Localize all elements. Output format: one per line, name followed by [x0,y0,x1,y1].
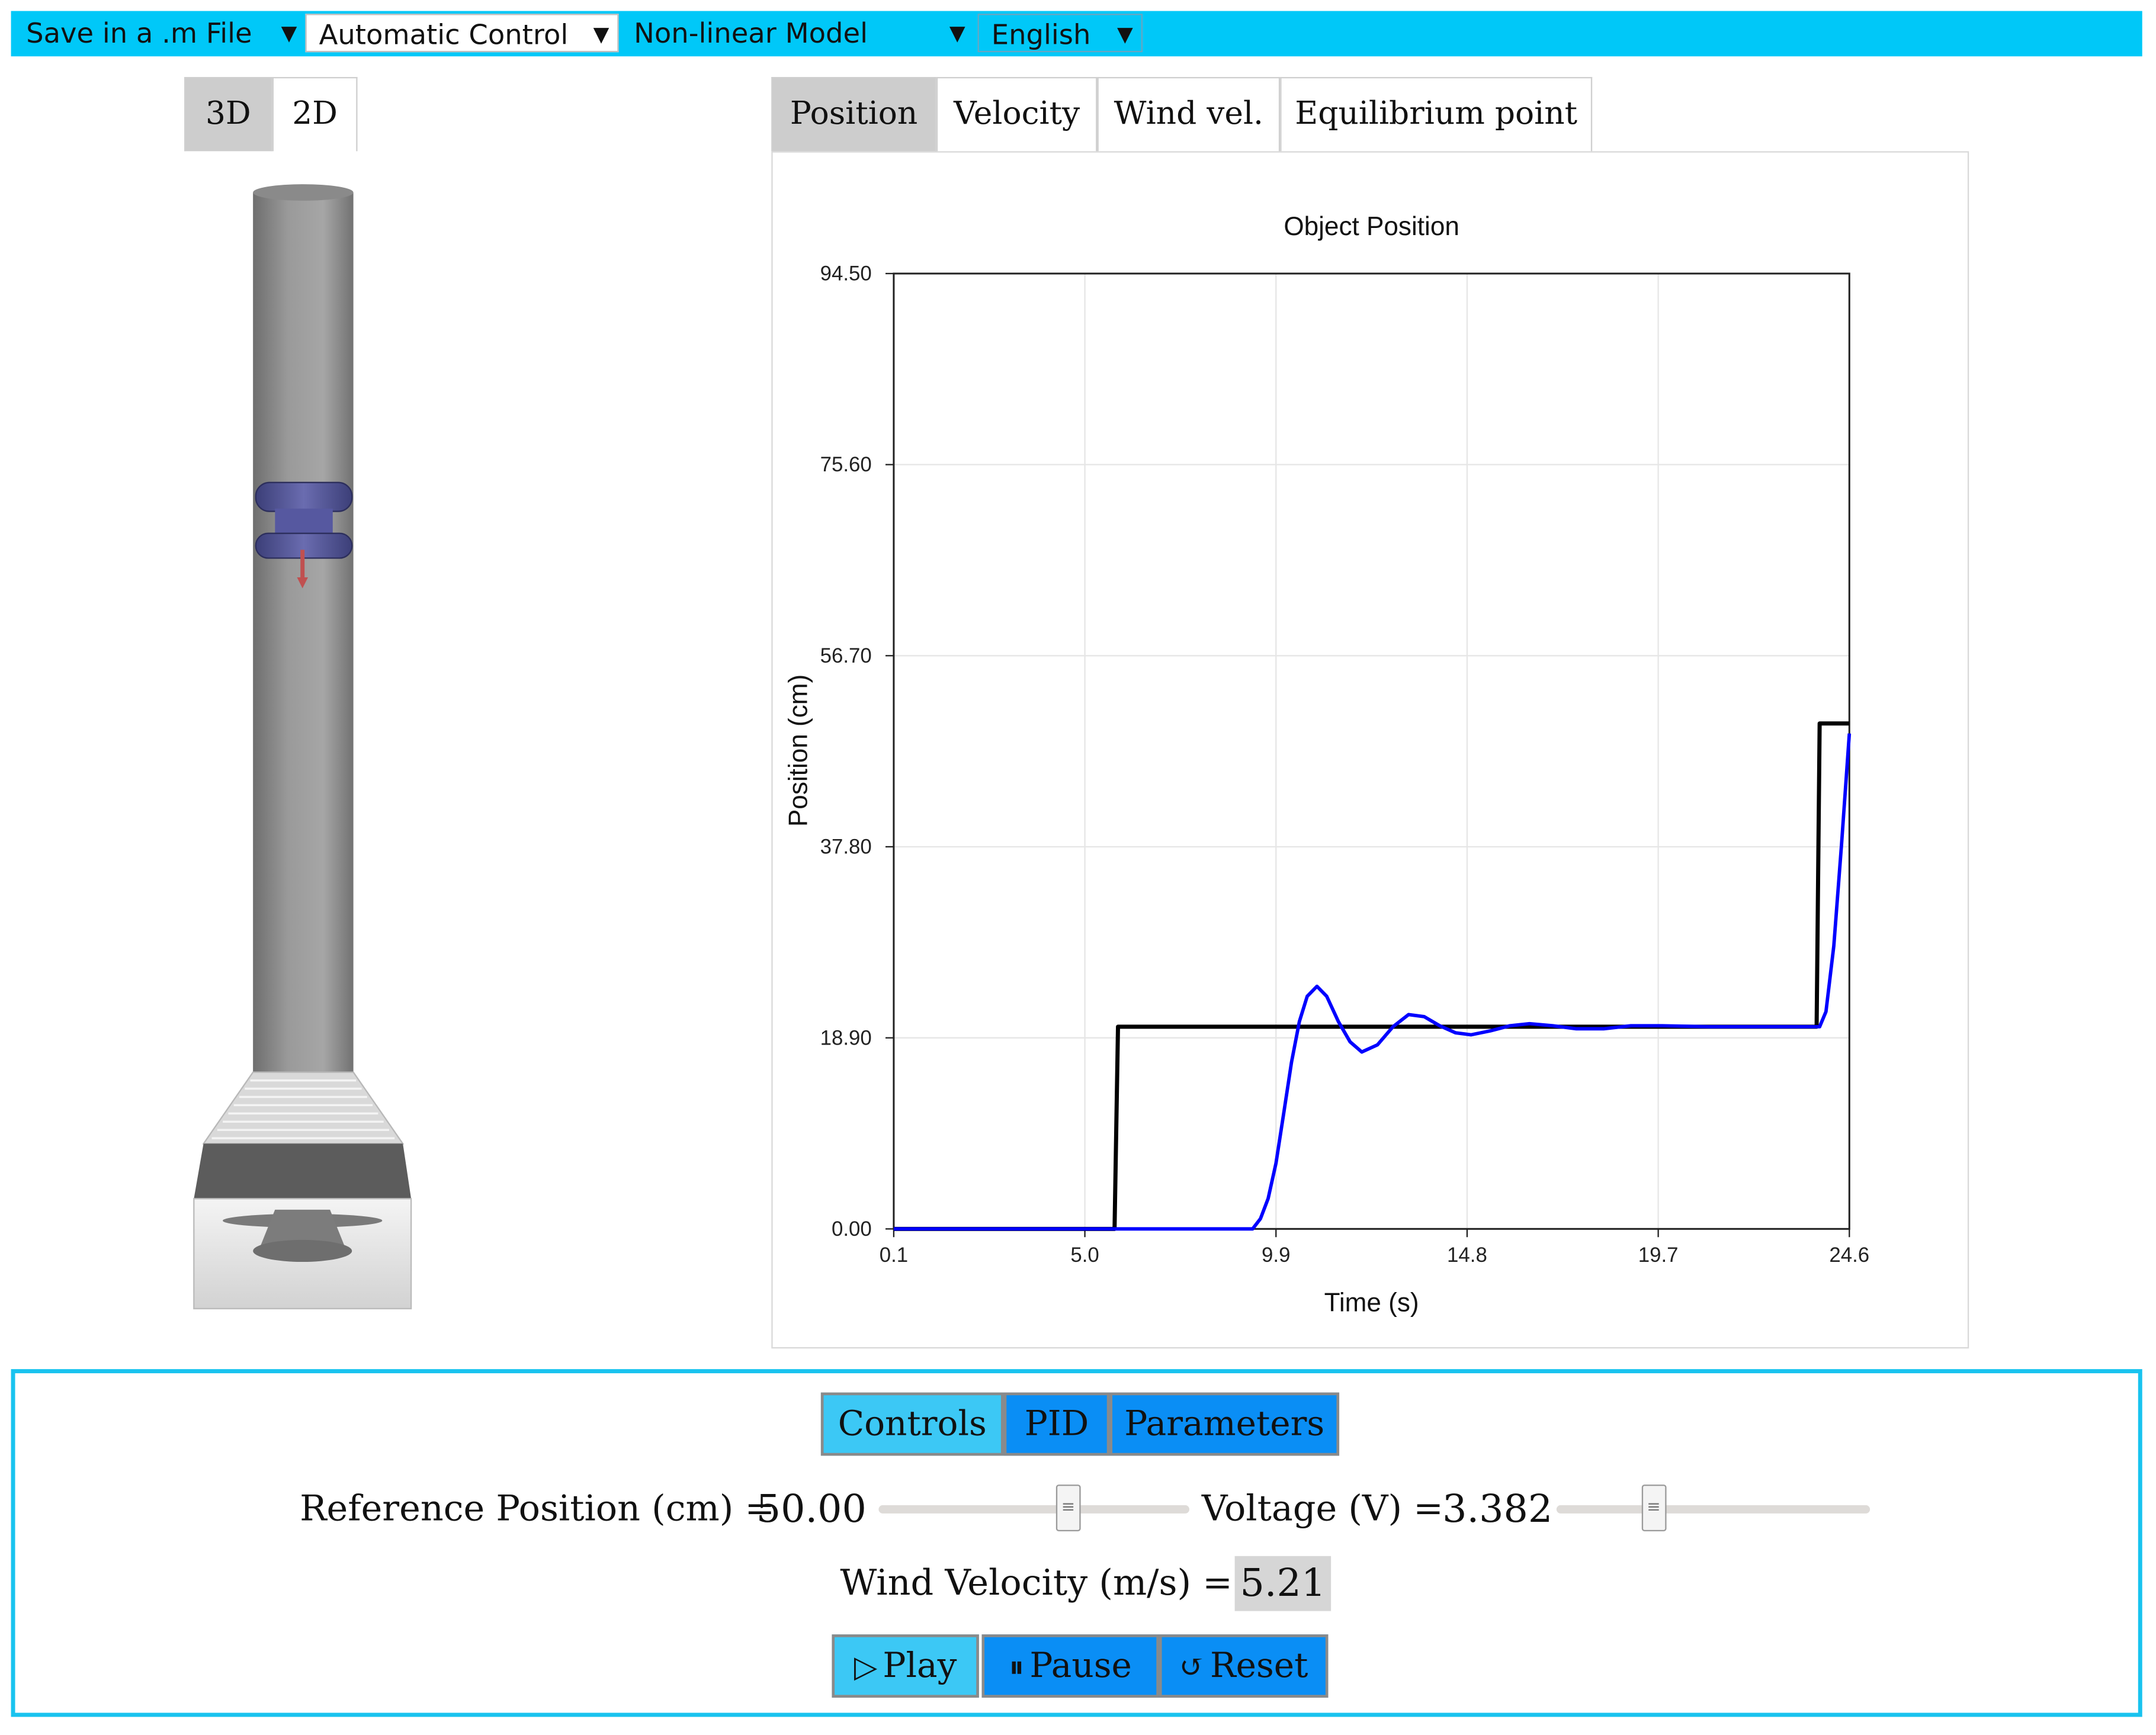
dropdown-caret-icon: ▼ [593,22,609,47]
y-tick-label: 94.50 [820,262,872,285]
model-label: Non-linear Model [634,16,868,50]
x-tick-label: 19.7 [1638,1244,1679,1267]
tab-position[interactable]: Position [771,76,936,152]
reference-position-label: Reference Position (cm) = [300,1489,775,1530]
dropdown-caret-icon: ▼ [1117,22,1133,47]
voltage-label: Voltage (V) = [1201,1489,1443,1530]
model-select[interactable]: Non-linear Model ▼ [621,14,974,53]
control-mode-label: Automatic Control [319,18,569,51]
pause-label: Pause [1029,1645,1132,1686]
language-select[interactable]: English ▼ [977,14,1143,53]
fan-funnel [202,1071,405,1145]
x-tick-label: 24.6 [1829,1244,1869,1267]
x-tick-label: 0.1 [880,1244,908,1267]
tab-velocity[interactable]: Velocity [936,76,1098,152]
dropdown-caret-icon: ▼ [949,20,965,46]
menu-bar: Save in a .m File ▼ Automatic Control ▼ … [11,11,2142,57]
tab-parameters[interactable]: Parameters [1109,1392,1340,1456]
y-tick-label: 18.90 [820,1026,872,1049]
pause-icon: ⏸ [1009,1651,1025,1686]
play-icon: ▷ [854,1651,878,1686]
play-button[interactable]: ▷ Play [832,1634,979,1698]
voltage-slider-thumb[interactable]: ≡ [1641,1485,1666,1532]
position-chart: 0.1 5.0 9.9 14.8 19.7 24.6 0.00 18.90 37.80 56.70… [784,212,1870,1318]
x-tick-label: 5.0 [1070,1244,1099,1267]
position-chart-container: 0.1 5.0 9.9 14.8 19.7 24.6 0.00 18.90 37.80 56.70… [771,151,1969,1349]
y-tick-label: 0.00 [832,1217,872,1241]
y-tick-label: 75.60 [820,453,872,476]
wind-tunnel-3d-view[interactable] [179,165,440,1334]
tab-equilibrium-point[interactable]: Equilibrium point [1280,76,1593,152]
chart-title: Object Position [1284,212,1459,241]
reference-position-value: 50.00 [756,1486,867,1532]
tube [253,184,354,1072]
x-tick-label: 9.9 [1262,1244,1290,1267]
app-root: Save in a .m File ▼ Automatic Control ▼ … [0,0,2156,1735]
pause-button[interactable]: ⏸ Pause [981,1634,1159,1698]
tab-2d-view[interactable]: 2D [272,76,358,152]
reset-icon: ↺ [1179,1651,1205,1686]
reference-line [893,721,1850,1231]
reset-button[interactable]: ↺ Reset [1159,1634,1329,1698]
language-label: English [991,18,1091,51]
tab-wind-velocity[interactable]: Wind vel. [1097,76,1281,152]
y-tick-label: 56.70 [820,644,872,667]
reset-label: Reset [1209,1645,1308,1686]
save-file-menu[interactable]: Save in a .m File ▼ [14,14,306,53]
wind-velocity-label: Wind Velocity (m/s) = [840,1563,1233,1605]
y-axis-label: Position (cm) [784,674,813,827]
voltage-value: 3.382 [1442,1486,1553,1532]
x-tick-label: 14.8 [1447,1244,1487,1267]
tab-controls[interactable]: Controls [820,1392,1004,1456]
play-label: Play [883,1645,957,1686]
y-tick-label: 37.80 [820,836,872,859]
wind-velocity-value: 5.21 [1234,1556,1332,1611]
control-mode-select[interactable]: Automatic Control ▼ [305,14,619,53]
reference-slider-thumb[interactable]: ≡ [1055,1485,1081,1532]
plot-frame [893,272,1850,1230]
tab-pid[interactable]: PID [1003,1392,1110,1456]
voltage-slider-track[interactable] [1556,1505,1871,1514]
save-file-label: Save in a .m File [26,16,252,50]
position-line [893,733,1852,1231]
reference-slider-track[interactable] [878,1505,1190,1514]
fan-housing [193,1143,412,1310]
dropdown-caret-icon: ▼ [281,20,297,46]
x-axis-label: Time (s) [1324,1289,1419,1318]
tab-3d-view[interactable]: 3D [184,76,272,152]
control-panel: Controls PID Parameters Reference Positi… [11,1369,2142,1717]
